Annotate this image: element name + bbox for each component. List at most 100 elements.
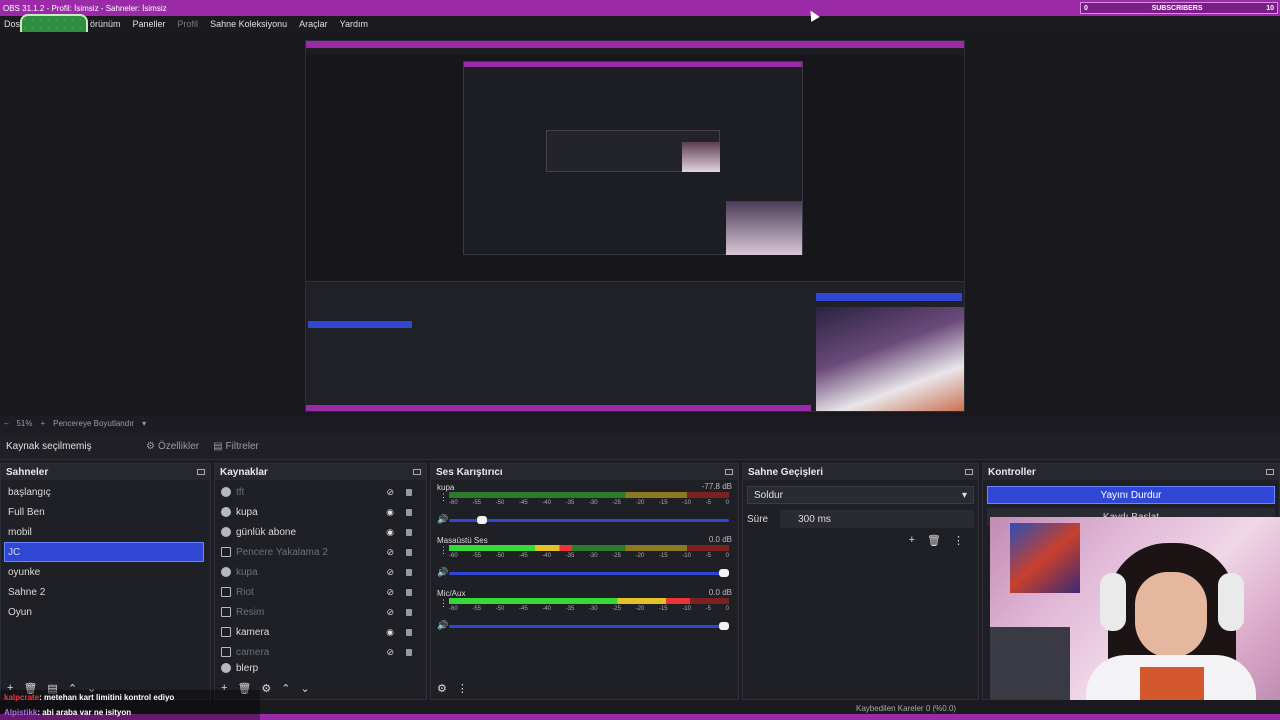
scene-item[interactable]: Oyun [1, 602, 210, 622]
menu-dots-icon[interactable]: ⋮ [439, 545, 448, 556]
lock-icon[interactable] [406, 648, 412, 656]
audio-mixer-dock: Ses Karıştırıcı kupa -77.8 dB ⋮ -60 -55 -50 -4… [430, 463, 739, 700]
source-item[interactable]: Riot ⊘ [215, 582, 426, 602]
window-icon [221, 547, 231, 557]
meter-tick-label: 0 [725, 606, 729, 612]
trash-icon[interactable]: 🗑 [927, 534, 941, 547]
transition-select[interactable]: Soldur ▾ [747, 486, 974, 504]
source-item[interactable]: Pencere Yakalama 2 ⊘ [215, 542, 426, 562]
speaker-icon[interactable]: 🔊 [437, 514, 448, 525]
volume-knob[interactable] [719, 569, 729, 577]
lock-icon[interactable] [406, 568, 412, 576]
source-item[interactable]: kupa ◉ [215, 502, 426, 522]
lock-icon[interactable] [406, 508, 412, 516]
duration-field[interactable]: 300 ms [780, 510, 974, 528]
gear-icon: ⚙ [146, 441, 155, 452]
source-item[interactable]: camera ⊘ [215, 642, 426, 662]
undock-icon[interactable] [1266, 469, 1274, 475]
meter-tick-label: -35 [565, 500, 575, 506]
chat-message: Alpistikk: abi araba var ne isityon [0, 705, 260, 720]
menu-dots-icon[interactable]: ⋮ [457, 682, 468, 695]
level-meter [449, 545, 729, 551]
resize-mode[interactable]: Pencereye Boyutlandır [49, 419, 138, 428]
source-item[interactable]: günlük abone ◉ [215, 522, 426, 542]
controls-header: Kontroller [983, 464, 1279, 480]
meter-tick-label: -5 [705, 500, 711, 506]
menu-dots-icon[interactable]: ⋮ [953, 534, 964, 547]
stop-streaming-button[interactable]: Yayını Durdur [987, 486, 1275, 504]
scenes-header: Sahneler [1, 464, 210, 480]
volume-knob[interactable] [719, 622, 729, 630]
menu-tools[interactable]: Araçlar [293, 19, 334, 29]
level-meter [449, 598, 729, 604]
source-item[interactable]: tft ⊘ [215, 482, 426, 502]
meter-tick-label: -25 [612, 500, 621, 506]
volume-slider[interactable] [449, 516, 729, 524]
filters-button[interactable]: ▤ Filtreler [213, 441, 259, 452]
undock-icon[interactable] [965, 469, 973, 475]
undock-icon[interactable] [413, 469, 421, 475]
source-item[interactable]: blerp [215, 662, 426, 674]
eye-hidden-icon[interactable]: ⊘ [386, 647, 394, 658]
add-icon[interactable]: + [909, 534, 915, 547]
menu-docks[interactable]: Paneller [127, 19, 172, 29]
chevron-down-icon[interactable]: ▾ [138, 419, 150, 428]
volume-slider[interactable] [449, 569, 729, 577]
arrow-down-icon[interactable]: ⌄ [301, 682, 310, 695]
gear-icon[interactable]: ⚙ [261, 682, 271, 695]
scene-item[interactable]: oyunke [1, 562, 210, 582]
properties-button[interactable]: ⚙ Özellikler [146, 441, 199, 452]
eye-hidden-icon[interactable]: ⊘ [386, 567, 394, 578]
eye-icon[interactable]: ◉ [386, 527, 394, 538]
meter-tick-label: 0 [725, 553, 729, 559]
program-preview[interactable] [305, 40, 965, 412]
scene-item[interactable]: Sahne 2 [1, 582, 210, 602]
menu-scene-collection[interactable]: Sahne Koleksiyonu [204, 19, 293, 29]
undock-icon[interactable] [197, 469, 205, 475]
scene-item[interactable]: mobil [1, 522, 210, 542]
eye-icon[interactable]: ◉ [386, 627, 394, 638]
volume-knob[interactable] [477, 516, 487, 524]
transition-value: Soldur [754, 489, 783, 501]
undock-icon[interactable] [725, 469, 733, 475]
scene-item-selected[interactable]: JC [4, 542, 204, 562]
meter-tick-label: -15 [658, 606, 668, 612]
lock-icon[interactable] [406, 588, 412, 596]
eye-hidden-icon[interactable]: ⊘ [386, 547, 394, 558]
chat-text: : abi araba var ne isityon [37, 708, 132, 717]
speaker-icon[interactable]: 🔊 [437, 567, 448, 578]
eye-hidden-icon[interactable]: ⊘ [386, 607, 394, 618]
source-item[interactable]: Resim ⊘ [215, 602, 426, 622]
meter-tick-label: -60 [449, 606, 458, 612]
volume-slider[interactable] [449, 622, 729, 630]
dropped-frames: Kaybedilen Kareler 0 (%0.0) [856, 704, 957, 713]
zoom-minus-icon[interactable]: – [0, 419, 12, 428]
scene-item[interactable]: başlangıç [1, 482, 210, 502]
source-item[interactable]: kupa ⊘ [215, 562, 426, 582]
filters-label: Filtreler [225, 441, 259, 452]
menu-dots-icon[interactable]: ⋮ [439, 598, 448, 609]
eye-hidden-icon[interactable]: ⊘ [386, 587, 394, 598]
menu-dots-icon[interactable]: ⋮ [439, 492, 448, 503]
lock-icon[interactable] [406, 528, 412, 536]
arrow-up-icon[interactable]: ⌃ [281, 682, 290, 695]
lock-icon[interactable] [406, 628, 412, 636]
lock-icon[interactable] [406, 608, 412, 616]
scene-item[interactable]: Full Ben [1, 502, 210, 522]
zoom-plus-icon[interactable]: + [36, 419, 49, 428]
zoom-level: 51% [16, 418, 33, 428]
meter-tick-label: -30 [588, 606, 598, 612]
menu-help[interactable]: Yardım [334, 19, 374, 29]
lock-icon[interactable] [406, 488, 412, 496]
speaker-icon[interactable]: 🔊 [437, 620, 448, 631]
eye-icon[interactable]: ◉ [386, 507, 394, 518]
source-label: tft [236, 486, 245, 498]
eye-hidden-icon[interactable]: ⊘ [386, 487, 394, 498]
advanced-audio-icon[interactable]: ⚙ [437, 682, 447, 695]
menu-profile[interactable]: Profil [172, 19, 205, 29]
lock-icon[interactable] [406, 548, 412, 556]
image-icon [221, 607, 231, 617]
meter-ticks: -60 -55 -50 -45 -40 -35 -30 -25 -20 -15 -10 -5 0 [449, 606, 729, 612]
filter-icon: ▤ [213, 441, 223, 452]
source-item[interactable]: kamera ◉ [215, 622, 426, 642]
